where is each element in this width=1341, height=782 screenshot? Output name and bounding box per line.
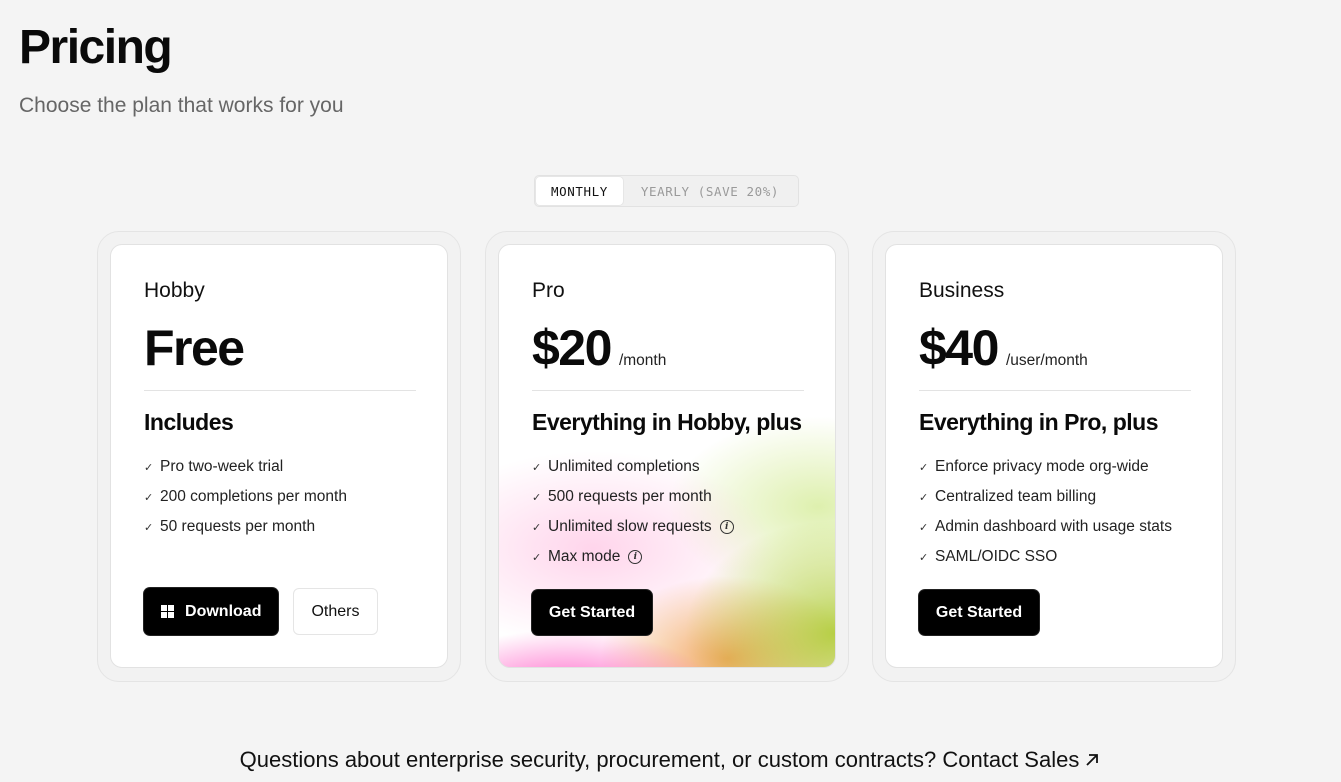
feature-item: ✓ SAML/OIDC SSO	[919, 542, 1172, 572]
plan-name: Business	[919, 279, 1005, 302]
plan-price: Free	[144, 320, 245, 376]
get-started-label: Get Started	[935, 603, 1023, 621]
arrow-up-right-icon	[1086, 754, 1099, 766]
feature-item: ✓ Unlimited slow requests i	[532, 512, 734, 542]
plan-name: Pro	[532, 279, 565, 302]
plan-card-pro-frame: Pro $20 /month Everything in Hobby, plus…	[485, 231, 849, 682]
plan-price: $20	[532, 320, 612, 376]
check-icon: ✓	[532, 551, 542, 564]
price-row: $20 /month	[532, 319, 666, 377]
feature-text: Max mode	[548, 548, 621, 565]
feature-text: 200 completions per month	[160, 488, 347, 505]
divider	[532, 390, 804, 391]
others-button[interactable]: Others	[293, 588, 378, 635]
feature-text: SAML/OIDC SSO	[935, 548, 1058, 565]
contact-sales-link[interactable]: Contact Sales	[942, 747, 1101, 772]
divider	[919, 390, 1191, 391]
plan-card-business: Business $40 /user/month Everything in P…	[885, 244, 1223, 668]
feature-list: ✓ Enforce privacy mode org-wide ✓ Centrali…	[919, 452, 1172, 572]
check-icon: ✓	[532, 461, 542, 474]
plan-name: Hobby	[144, 279, 205, 302]
download-button-label: Download	[185, 602, 262, 620]
feature-text: Centralized team billing	[935, 488, 1097, 505]
feature-item: ✓ Max mode i	[532, 542, 734, 572]
feature-text: Admin dashboard with usage stats	[935, 518, 1172, 535]
feature-item: ✓ 50 requests per month	[144, 512, 347, 542]
includes-title: Includes	[144, 409, 234, 435]
feature-item: ✓ Pro two-week trial	[144, 452, 347, 482]
others-button-label: Others	[311, 602, 360, 620]
contact-sales-label: Contact Sales	[942, 747, 1080, 772]
billing-period-toggle: MONTHLY YEARLY (SAVE 20%)	[534, 175, 799, 207]
download-button[interactable]: Download	[144, 588, 278, 635]
includes-title: Everything in Hobby, plus	[532, 409, 802, 435]
toggle-monthly[interactable]: MONTHLY	[536, 177, 623, 205]
check-icon: ✓	[144, 461, 154, 474]
check-icon: ✓	[532, 491, 542, 504]
plan-card-hobby-frame: Hobby Free Includes ✓ Pro two-week trial …	[97, 231, 461, 682]
feature-item: ✓ Centralized team billing	[919, 482, 1172, 512]
info-circle-icon[interactable]: i	[719, 520, 734, 534]
feature-list: ✓ Unlimited completions ✓ 500 requests per…	[532, 452, 734, 572]
check-icon: ✓	[144, 521, 154, 534]
check-icon: ✓	[919, 491, 929, 504]
pricing-page: Pricing Choose the plan that works for y…	[0, 0, 1341, 782]
feature-text: Pro two-week trial	[160, 458, 284, 475]
page-subtitle: Choose the plan that works for you	[19, 94, 344, 117]
get-started-label: Get Started	[548, 603, 636, 621]
feature-list: ✓ Pro two-week trial ✓ 200 completions per…	[144, 452, 347, 542]
check-icon: ✓	[919, 461, 929, 474]
check-icon: ✓	[919, 521, 929, 534]
check-icon: ✓	[144, 491, 154, 504]
enterprise-cta-text: Questions about enterprise security, pro…	[239, 747, 937, 772]
get-started-button-pro[interactable]: Get Started	[532, 590, 652, 635]
price-unit: /month	[618, 352, 667, 369]
check-icon: ✓	[919, 551, 929, 564]
check-icon: ✓	[532, 521, 542, 534]
plan-card-pro: Pro $20 /month Everything in Hobby, plus…	[498, 244, 836, 668]
price-unit: /user/month	[1005, 352, 1088, 369]
divider	[144, 390, 416, 391]
plan-card-business-frame: Business $40 /user/month Everything in P…	[872, 231, 1236, 682]
toggle-yearly[interactable]: YEARLY (SAVE 20%)	[623, 177, 797, 205]
includes-title: Everything in Pro, plus	[919, 409, 1158, 435]
feature-text: Enforce privacy mode org-wide	[935, 458, 1149, 475]
plan-card-hobby: Hobby Free Includes ✓ Pro two-week trial …	[110, 244, 448, 668]
price-row: $40 /user/month	[919, 319, 1088, 377]
feature-item: ✓ Unlimited completions	[532, 452, 734, 482]
windows-icon	[160, 604, 175, 619]
feature-text: Unlimited completions	[548, 458, 700, 475]
info-circle-icon[interactable]: i	[628, 550, 643, 564]
price-row: Free	[144, 319, 245, 377]
plan-price: $40	[919, 320, 999, 376]
feature-text: Unlimited slow requests	[548, 518, 712, 535]
enterprise-cta: Questions about enterprise security, pro…	[0, 746, 1341, 774]
page-title: Pricing	[19, 21, 173, 74]
feature-item: ✓ Enforce privacy mode org-wide	[919, 452, 1172, 482]
feature-item: ✓ Admin dashboard with usage stats	[919, 512, 1172, 542]
feature-text: 50 requests per month	[160, 518, 316, 535]
feature-text: 500 requests per month	[548, 488, 712, 505]
feature-item: ✓ 500 requests per month	[532, 482, 734, 512]
get-started-button-business[interactable]: Get Started	[919, 590, 1039, 635]
feature-item: ✓ 200 completions per month	[144, 482, 347, 512]
